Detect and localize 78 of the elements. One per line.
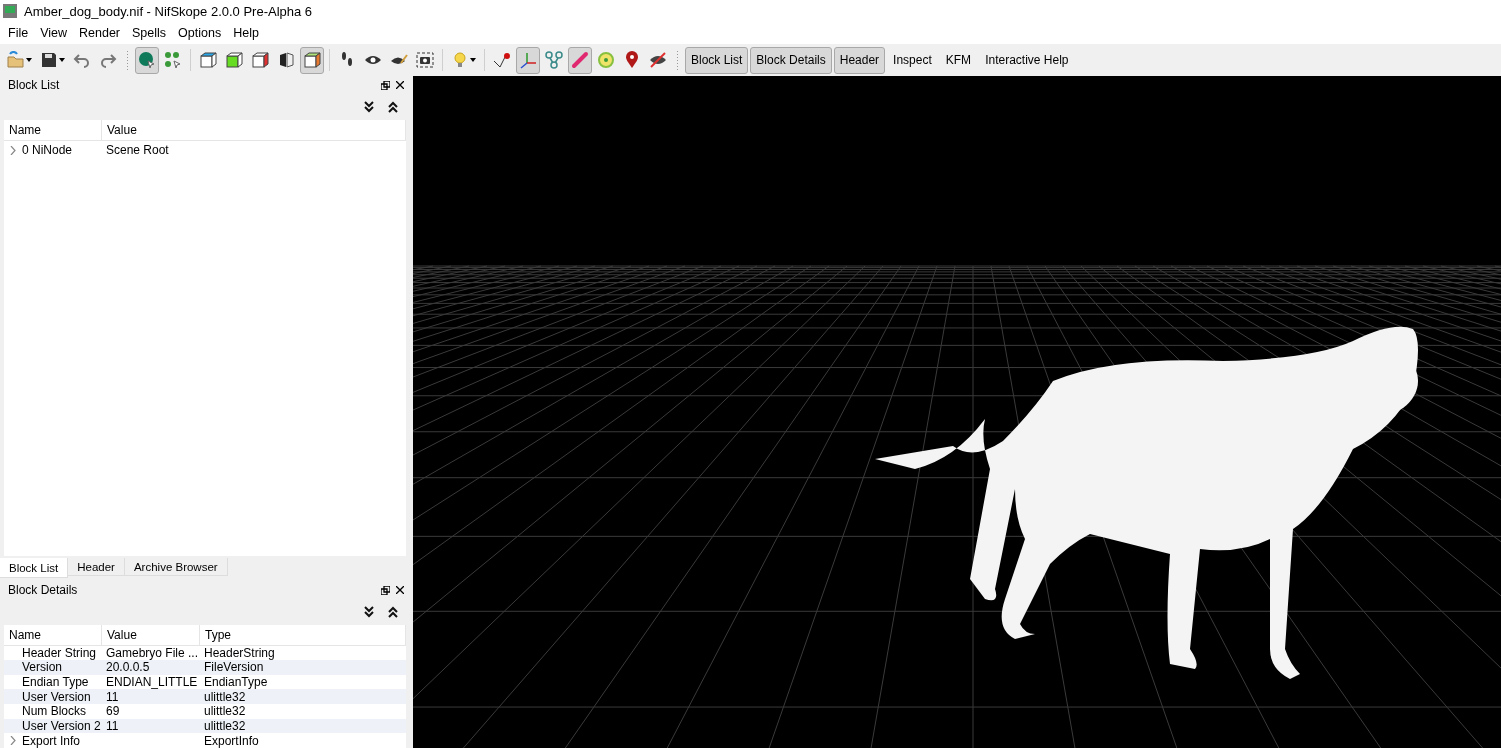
table-cell[interactable]: Version xyxy=(22,660,63,675)
cube-icon xyxy=(199,51,217,69)
table-cell-text: ulittle32 xyxy=(203,704,247,719)
app-icon xyxy=(2,3,18,19)
menu-item[interactable]: View xyxy=(34,26,74,40)
axes-icon xyxy=(519,51,537,69)
table-cell-text: FileVersion xyxy=(203,660,265,675)
dock-title: Block List xyxy=(8,78,60,92)
table-cell-text: 11 xyxy=(105,719,120,734)
nodes-icon xyxy=(545,51,563,69)
expand-all-icon[interactable] xyxy=(364,101,374,113)
bone-icon xyxy=(571,51,589,69)
caret-icon xyxy=(470,58,476,62)
dock-tab[interactable]: Header xyxy=(68,558,125,576)
column-header[interactable]: Value xyxy=(102,625,200,645)
hidden-eye-icon xyxy=(649,51,667,69)
collapse-all-icon[interactable] xyxy=(388,101,398,113)
toolbar-toggle[interactable]: Header xyxy=(833,46,886,74)
toolbar-toggle[interactable]: Inspect xyxy=(887,46,938,74)
collapse-all-icon[interactable] xyxy=(388,606,398,618)
table-cell-text: 69 xyxy=(105,704,121,719)
column-header[interactable]: Name xyxy=(4,625,102,645)
dots-icon xyxy=(164,51,182,69)
save-icon xyxy=(40,51,58,69)
table-cell[interactable]: Num Blocks xyxy=(22,704,86,719)
point-icon xyxy=(493,51,511,69)
mirror-icon xyxy=(277,51,295,69)
float-icon[interactable] xyxy=(381,585,390,595)
cube-icon xyxy=(225,51,243,69)
table-cell-text: ulittle32 xyxy=(203,689,247,704)
table-cell[interactable]: Export Info xyxy=(22,733,81,748)
table-cell[interactable]: User Version xyxy=(22,689,91,704)
menu-item[interactable]: Help xyxy=(227,26,265,40)
redo-icon xyxy=(99,51,117,69)
undo-icon xyxy=(73,51,91,69)
table-cell[interactable]: Header String xyxy=(22,645,97,660)
toolbar-toggle[interactable]: KFM xyxy=(939,46,978,74)
table-cell[interactable]: User Version 2 xyxy=(22,719,101,734)
column-header[interactable]: Name xyxy=(4,120,102,140)
table-cell-text: ulittle32 xyxy=(203,719,247,734)
menu-item[interactable]: Spells xyxy=(126,26,173,40)
target-icon xyxy=(597,51,615,69)
map-pin-icon xyxy=(623,51,641,69)
expand-all-icon[interactable] xyxy=(364,606,374,618)
table-cell[interactable]: Endian Type xyxy=(22,675,89,690)
column-header[interactable]: Type xyxy=(200,625,406,645)
menu-item[interactable]: Render xyxy=(73,26,127,40)
open-folder-icon xyxy=(7,51,25,69)
camera-icon xyxy=(416,51,434,69)
close-icon[interactable] xyxy=(396,586,404,594)
table-cell[interactable]: 0 NiNode xyxy=(22,143,73,157)
caret-icon xyxy=(26,58,32,62)
menu-item[interactable]: File xyxy=(2,26,35,40)
column-header[interactable]: Value xyxy=(102,120,406,140)
toolbar-toggle[interactable]: Block Details xyxy=(750,46,832,74)
caret-icon xyxy=(59,58,65,62)
dock-title: Block Details xyxy=(8,583,78,597)
table-cell-text: Scene Root xyxy=(105,143,170,157)
table-cell-text: 11 xyxy=(105,689,120,704)
toolbar-toggle[interactable]: Interactive Help xyxy=(979,46,1075,74)
menu-item[interactable]: Options xyxy=(172,26,228,40)
dock-tab[interactable]: Block List xyxy=(0,558,69,578)
table-cell-text: ENDIAN_LITTLE xyxy=(105,675,199,690)
sphere-icon xyxy=(138,51,156,69)
table-cell-text: HeaderString xyxy=(203,645,276,660)
dock-tab[interactable]: Archive Browser xyxy=(124,558,228,576)
table-cell-text: ExportInfo xyxy=(203,733,260,748)
light-bulb-icon xyxy=(451,51,469,69)
toolbar-toggle[interactable]: Block List xyxy=(685,46,749,74)
cube-icon xyxy=(251,51,269,69)
close-icon[interactable] xyxy=(396,81,404,89)
float-icon[interactable] xyxy=(381,80,390,90)
window-title: Amber_dog_body.nif - NifSkope 2.0.0 Pre-Alpha 6 xyxy=(24,3,313,19)
table-cell-text: Gamebryo File ... xyxy=(105,645,200,660)
table-cell-text: EndianType xyxy=(203,675,269,690)
table-cell-text: 20.0.0.5 xyxy=(105,660,151,675)
cube-icon xyxy=(303,51,321,69)
3d-viewport[interactable] xyxy=(413,76,1501,748)
